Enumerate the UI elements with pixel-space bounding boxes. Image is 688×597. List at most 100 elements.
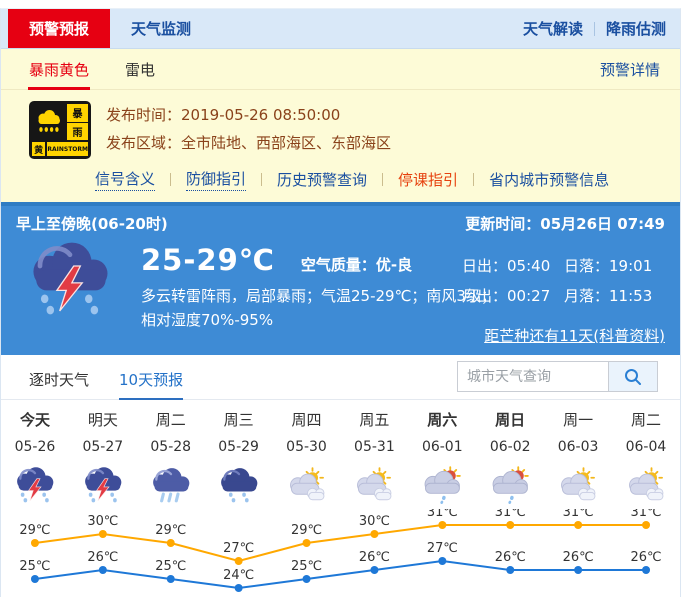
temperature-range: 25-29℃ <box>141 243 275 277</box>
warning-section: 暴雨黄色 雷电 预警详情 <box>1 49 680 202</box>
tab-warning-forecast[interactable]: 预警预报 <box>8 9 110 48</box>
sunset: 日落：19:01 <box>564 255 666 276</box>
warning-link[interactable]: 停课指引 <box>398 169 458 190</box>
svg-text:26℃: 26℃ <box>495 550 526 565</box>
forecast-day[interactable]: 周一06-03 <box>544 409 612 509</box>
day-date: 05-26 <box>1 439 69 455</box>
day-date: 05-30 <box>273 439 341 455</box>
nav-links: 天气解读 降雨估测 <box>523 9 680 48</box>
link-weather-interpretation[interactable]: 天气解读 <box>523 18 583 39</box>
forecast-day[interactable]: 今天 05-26 <box>1 409 69 509</box>
panel-body: 25-29℃ 空气质量：优-良 多云转雷阵雨，局部暴雨；气温25-29℃；南风3… <box>1 234 680 332</box>
warning-detail-link[interactable]: 预警详情 <box>600 59 660 80</box>
publish-time-value: 2019-05-26 08:50:00 <box>181 106 340 124</box>
separator <box>261 173 262 186</box>
forecast-day[interactable]: 周二 05-28 <box>137 409 205 509</box>
current-weather-panel: 早上至傍晚(06-20时) 更新时间：05月26日 07:49 25-29℃ 空… <box>1 202 680 355</box>
svg-text:31℃: 31℃ <box>427 509 458 520</box>
top-nav: 预警预报 天气监测 天气解读 降雨估测 <box>1 9 680 49</box>
svg-text:26℃: 26℃ <box>359 550 390 565</box>
day-name: 周二 <box>612 409 680 430</box>
sun-cloud-icon <box>273 463 341 509</box>
badge-english-text: RAINSTORM <box>47 142 88 156</box>
tab-weather-monitoring[interactable]: 天气监测 <box>110 9 212 48</box>
day-name: 今天 <box>1 409 69 430</box>
city-search-box <box>457 361 658 392</box>
forecast-day[interactable]: 周四 05-30 <box>273 409 341 509</box>
period-label: 早上至傍晚(06-20时) <box>16 213 168 234</box>
panel-main: 25-29℃ 空气质量：优-良 多云转雷阵雨，局部暴雨；气温25-29℃；南风3… <box>141 239 462 332</box>
tab-rainstorm-yellow[interactable]: 暴雨黄色 <box>29 49 89 89</box>
day-name: 周四 <box>273 409 341 430</box>
heavy-rain-icon <box>137 463 205 509</box>
search-button[interactable] <box>608 362 657 391</box>
forecast-day[interactable]: 周五 05-31 <box>340 409 408 509</box>
link-rainfall-estimation[interactable]: 降雨估测 <box>606 18 666 39</box>
svg-text:30℃: 30℃ <box>359 514 390 529</box>
weather-page: 预警预报 天气监测 天气解读 降雨估测 暴雨黄色 雷电 预警详情 <box>0 8 681 597</box>
svg-text:26℃: 26℃ <box>631 550 662 565</box>
badge-level-text: 黄 <box>32 142 45 156</box>
separator <box>170 173 171 186</box>
thunderstorm-icon <box>69 463 137 509</box>
city-search-input[interactable] <box>458 362 608 391</box>
forecast-tabs: 逐时天气 10天预报 <box>1 367 680 400</box>
day-date: 05-28 <box>137 439 205 455</box>
day-name: 周三 <box>205 409 273 430</box>
warning-body: 暴 雨 黄 RAINSTORM 发布时间：2019-05-26 08:50:00… <box>1 90 680 159</box>
day-date: 06-01 <box>408 439 476 455</box>
warning-link[interactable]: 信号含义 <box>95 168 155 191</box>
svg-text:31℃: 31℃ <box>563 509 594 520</box>
day-name: 周五 <box>340 409 408 430</box>
svg-text:25℃: 25℃ <box>155 559 186 574</box>
svg-text:29℃: 29℃ <box>291 523 322 538</box>
temperature-chart: 29℃30℃29℃27℃29℃30℃31℃31℃31℃31℃25℃26℃25℃2… <box>1 509 680 597</box>
panel-header: 早上至傍晚(06-20时) 更新时间：05月26日 07:49 <box>1 206 680 234</box>
day-date: 05-27 <box>69 439 137 455</box>
separator <box>382 173 383 186</box>
svg-text:30℃: 30℃ <box>87 514 118 529</box>
svg-text:26℃: 26℃ <box>563 550 594 565</box>
day-date: 05-29 <box>205 439 273 455</box>
day-date: 06-02 <box>476 439 544 455</box>
update-time: 更新时间：05月26日 07:49 <box>465 213 665 234</box>
svg-text:31℃: 31℃ <box>631 509 662 520</box>
warning-link[interactable]: 防御指引 <box>186 168 246 191</box>
forecast-day[interactable]: 周日06-02 <box>476 409 544 509</box>
day-date: 06-04 <box>612 439 680 455</box>
badge-rain-cloud-icon <box>32 104 65 140</box>
tab-lightning[interactable]: 雷电 <box>125 49 155 89</box>
day-name: 周六 <box>408 409 476 430</box>
air-quality: 空气质量：优-良 <box>301 254 412 275</box>
forecast-day[interactable]: 周六 06-01 <box>408 409 476 509</box>
forecast-day[interactable]: 周三 05-29 <box>205 409 273 509</box>
search-icon <box>623 367 643 387</box>
publish-area-line: 发布区域：全市陆地、西部海区、东部海区 <box>106 129 391 157</box>
sun-shower-icon <box>476 463 544 509</box>
day-name: 明天 <box>69 409 137 430</box>
svg-text:25℃: 25℃ <box>19 559 50 574</box>
tab-hourly-weather[interactable]: 逐时天气 <box>29 369 89 399</box>
sunrise: 日出：05:40 <box>462 255 564 276</box>
svg-text:25℃: 25℃ <box>291 559 322 574</box>
thunderstorm-icon <box>1 463 69 509</box>
forecast-day[interactable]: 明天 05-27 <box>69 409 137 509</box>
tab-10day-forecast[interactable]: 10天预报 <box>119 369 183 399</box>
solar-term-link[interactable]: 距芒种还有11天(科普资料) <box>484 325 665 346</box>
svg-text:27℃: 27℃ <box>427 541 458 556</box>
sun-cloud-icon <box>544 463 612 509</box>
light-rain-icon <box>205 463 273 509</box>
warning-links-row: 信号含义 防御指引 历史预警查询 停课指引 省内城市预警信息 <box>1 159 680 202</box>
warning-info: 发布时间：2019-05-26 08:50:00 发布区域：全市陆地、西部海区、… <box>106 101 391 159</box>
day-name: 周二 <box>137 409 205 430</box>
moonset: 月落：11:53 <box>564 285 666 306</box>
warning-link[interactable]: 历史预警查询 <box>277 169 367 190</box>
thunderstorm-icon <box>25 241 117 332</box>
svg-text:24℃: 24℃ <box>223 568 254 583</box>
forecast-day[interactable]: 周二 06-04 <box>612 409 680 509</box>
day-date: 05-31 <box>340 439 408 455</box>
separator <box>473 173 474 186</box>
svg-text:29℃: 29℃ <box>155 523 186 538</box>
publish-area-value: 全市陆地、西部海区、东部海区 <box>181 134 391 152</box>
warning-link[interactable]: 省内城市预警信息 <box>489 169 609 190</box>
